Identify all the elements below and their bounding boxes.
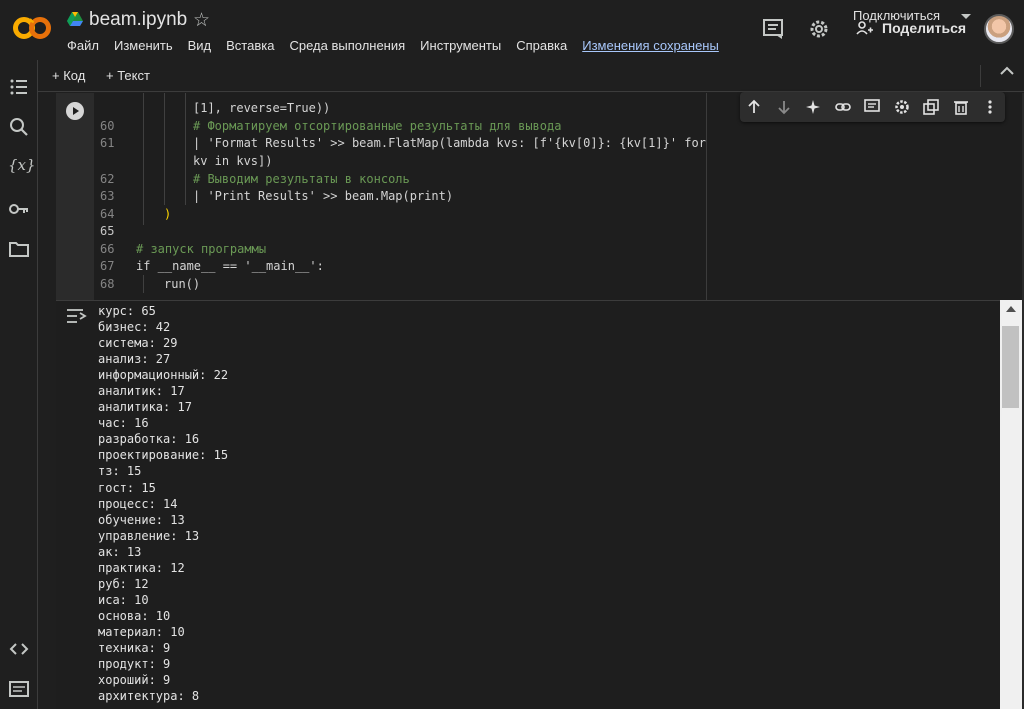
menu-insert[interactable]: Вставка — [226, 38, 274, 53]
output-line: архитектура: 8 — [98, 689, 200, 704]
menu-edit[interactable]: Изменить — [114, 38, 173, 53]
output-line: информационный: 22 — [98, 368, 229, 383]
colab-logo[interactable] — [12, 14, 52, 42]
notebook-title[interactable]: beam.ipynb — [89, 9, 187, 31]
comment-icon[interactable] — [864, 99, 880, 115]
editor-ruler — [706, 93, 707, 300]
code-line[interactable]: [1], reverse=True)) — [193, 101, 330, 115]
output-line: продукт: 9 — [98, 657, 171, 672]
line-number: 60 — [100, 119, 115, 133]
menu-runtime[interactable]: Среда выполнения — [289, 38, 405, 53]
output-line: ак: 13 — [98, 544, 142, 559]
code-line[interactable]: ) — [164, 207, 171, 221]
output-actions-icon[interactable] — [65, 307, 87, 325]
line-number: 67 — [100, 259, 115, 273]
more-vert-icon[interactable] — [982, 99, 998, 115]
code-line[interactable]: # Выводим результаты в консоль — [193, 172, 410, 186]
toolbar-divider — [980, 65, 981, 87]
menu-tools[interactable]: Инструменты — [420, 38, 501, 53]
variables-icon[interactable]: {x} — [8, 156, 36, 178]
output-line: курс: 65 — [98, 304, 156, 318]
output-line: тз: 15 — [98, 464, 142, 479]
delete-icon[interactable] — [953, 99, 969, 115]
code-line[interactable]: kv in kvs]) — [193, 154, 272, 168]
output-line: проектирование: 15 — [98, 448, 229, 463]
output-line: анализ: 27 — [98, 352, 171, 367]
output-line: гост: 15 — [98, 480, 156, 495]
line-number: 61 — [100, 136, 115, 150]
output-line: аналитик: 17 — [98, 384, 185, 399]
output-line: иса: 10 — [98, 592, 149, 607]
mirror-cell-icon[interactable] — [923, 99, 939, 115]
output-line: управление: 13 — [98, 528, 200, 543]
indent-guide — [143, 93, 144, 225]
run-cell-button[interactable] — [66, 102, 84, 120]
output-line: хороший: 9 — [98, 673, 171, 688]
key-icon[interactable] — [8, 198, 30, 220]
menu-bar: Файл Изменить Вид Вставка Среда выполнен… — [67, 38, 719, 53]
comment-icon[interactable] — [762, 18, 784, 40]
settings-gear-icon[interactable] — [808, 18, 830, 40]
code-snippets-icon[interactable] — [8, 638, 30, 660]
indent-guide — [185, 93, 186, 205]
output-line: основа: 10 — [98, 608, 171, 623]
output-line: аналитика: 17 — [98, 400, 192, 415]
left-sidebar: {x} — [0, 60, 38, 709]
menu-file[interactable]: Файл — [67, 38, 99, 53]
output-scrollbar[interactable] — [1000, 300, 1022, 709]
output-line: бизнес: 42 — [98, 320, 171, 335]
output-line: материал: 10 — [98, 624, 185, 639]
add-text-button[interactable]: + Текст — [106, 68, 150, 83]
output-line: обучение: 13 — [98, 512, 185, 527]
cell-toolbar — [740, 92, 1005, 122]
output-line: руб: 12 — [98, 576, 149, 591]
table-of-contents-icon[interactable] — [8, 76, 30, 98]
code-line[interactable]: if __name__ == '__main__': — [136, 259, 324, 273]
terminal-icon[interactable] — [8, 678, 30, 700]
output-line: час: 16 — [98, 416, 149, 431]
folder-icon[interactable] — [8, 238, 30, 260]
chevron-down-icon[interactable] — [961, 14, 971, 19]
scroll-up-arrow-icon[interactable] — [1006, 306, 1016, 312]
menu-view[interactable]: Вид — [188, 38, 212, 53]
avatar[interactable] — [984, 14, 1014, 44]
code-line[interactable]: # Форматируем отсортированные результаты… — [193, 119, 561, 133]
indent-guide — [164, 93, 165, 205]
output-line: система: 29 — [98, 336, 178, 351]
indent-guide — [143, 275, 144, 293]
link-icon[interactable] — [835, 99, 851, 115]
code-line[interactable]: run() — [164, 277, 200, 291]
chevron-up-icon[interactable] — [1000, 66, 1014, 76]
people-icon — [856, 21, 873, 35]
menu-help[interactable]: Справка — [516, 38, 567, 53]
code-line[interactable]: # запуск программы — [136, 242, 266, 256]
code-line[interactable]: | 'Print Results' >> beam.Map(print) — [193, 189, 453, 203]
output-text: курс: 65 бизнес: 42 система: 29 анализ: … — [98, 303, 228, 704]
notebook-toolbar: + Код + Текст — [38, 60, 1024, 92]
output-line: разработка: 16 — [98, 432, 200, 447]
output-line: практика: 12 — [98, 560, 185, 575]
sparkle-icon[interactable] — [805, 99, 821, 115]
add-code-button[interactable]: + Код — [52, 68, 85, 83]
saved-status-link[interactable]: Изменения сохранены — [582, 38, 719, 53]
move-down-icon[interactable] — [776, 99, 792, 115]
connect-button[interactable]: Подключиться — [853, 8, 940, 23]
search-icon[interactable] — [8, 116, 30, 138]
drive-icon[interactable] — [67, 12, 83, 26]
cell-gutter — [56, 93, 94, 300]
output-line: техника: 9 — [98, 640, 171, 655]
move-up-icon[interactable] — [746, 99, 762, 115]
star-icon[interactable]: ☆ — [193, 9, 210, 32]
line-number: 62 — [100, 172, 115, 186]
line-number: 64 — [100, 207, 115, 221]
gear-icon[interactable] — [894, 99, 910, 115]
line-number: 66 — [100, 242, 115, 256]
output-line: процесс: 14 — [98, 496, 178, 511]
line-number: 68 — [100, 277, 115, 291]
scrollbar-thumb[interactable] — [1002, 326, 1019, 408]
line-number: 65 — [100, 224, 115, 238]
code-line[interactable]: | 'Format Results' >> beam.FlatMap(lambd… — [193, 136, 706, 150]
line-number: 63 — [100, 189, 115, 203]
